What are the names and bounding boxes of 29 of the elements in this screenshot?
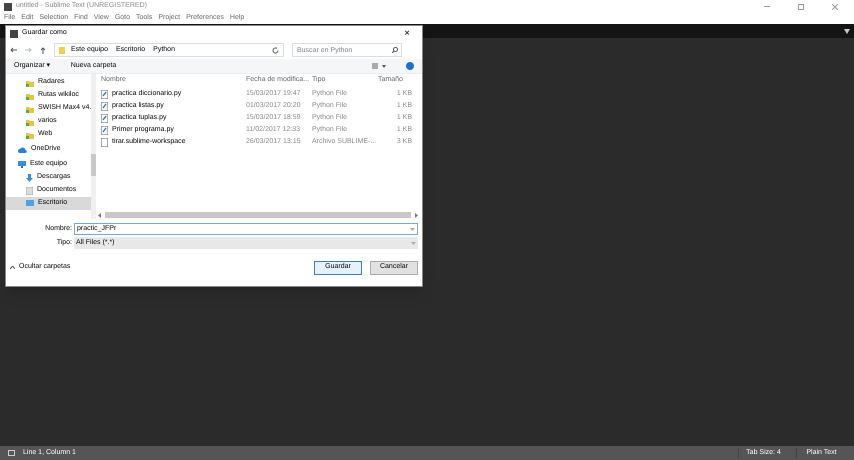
script-file-icon	[101, 126, 108, 134]
app-icon	[10, 30, 18, 38]
cloud-icon	[18, 146, 27, 152]
up-arrow-icon[interactable]	[40, 46, 46, 54]
refresh-icon[interactable]	[272, 46, 279, 54]
folder-icon	[26, 104, 34, 112]
panel-icon[interactable]	[8, 450, 15, 456]
folder-icon	[59, 46, 65, 54]
script-file-icon	[101, 114, 108, 122]
script-file-icon	[101, 90, 108, 98]
search-icon	[392, 47, 398, 53]
back-arrow-icon[interactable]	[10, 47, 17, 53]
script-file-icon	[101, 102, 108, 110]
folder-icon	[26, 92, 34, 100]
desktop-icon	[26, 200, 34, 207]
app-icon	[4, 2, 12, 10]
folder-icon	[26, 78, 34, 86]
download-icon	[26, 174, 33, 182]
chevron-up-icon	[10, 266, 15, 269]
folder-icon	[26, 130, 34, 138]
dropdown-icon[interactable]	[844, 28, 850, 34]
computer-icon	[18, 161, 26, 168]
close-button[interactable]: ×	[396, 28, 418, 38]
view-options-icon[interactable]	[372, 63, 386, 69]
document-icon	[26, 186, 33, 194]
file-icon	[101, 138, 108, 146]
scrollbar[interactable]	[91, 74, 96, 219]
folder-icon	[26, 118, 34, 126]
scroll-right-icon[interactable]	[415, 212, 418, 218]
